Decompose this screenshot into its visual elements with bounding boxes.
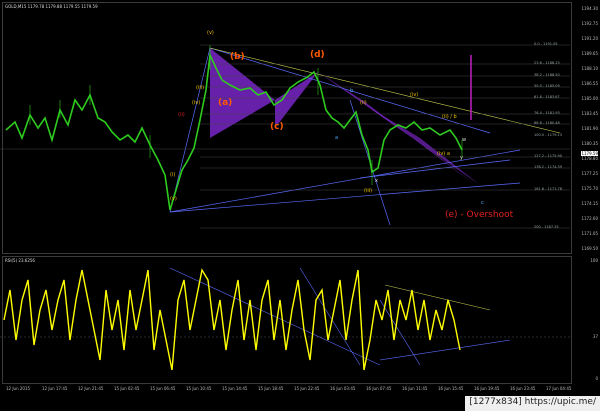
sub-label-a-blue: a — [335, 135, 339, 141]
watermark: [1277x834] https://upic.me/ — [465, 396, 600, 411]
sub-label-i-left: (i) — [170, 172, 176, 178]
fib-level-label: 127.2 - 1175.90 — [534, 154, 562, 158]
fib-lines — [0, 44, 570, 229]
fib-level-label: 0.0 - 1191.05 — [534, 42, 558, 46]
wave-e-overshoot-label: (e) - Overshoot — [445, 210, 514, 220]
fib-level-label: 88.6 - 1180.48 — [534, 121, 560, 125]
fib-level-label: 38.2 - 1186.50 — [534, 73, 560, 77]
sub-label-c-blue: c — [481, 200, 484, 206]
sub-label-x: x — [375, 178, 378, 184]
sub-label-b-blue: b — [350, 88, 354, 94]
fib-level-label: 61.8 - 1183.67 — [534, 95, 560, 99]
wave-d-label: (d) — [310, 50, 325, 60]
fib-level-label: 76.4 - 1181.93 — [534, 111, 560, 115]
wave-b-label: (b) — [230, 52, 245, 62]
sub-label-iv-a: (iv) a — [437, 151, 450, 157]
fib-level-label: 100.0 - 1179.13 — [534, 133, 562, 137]
fib-level-label: 161.8 - 1171.78 — [534, 187, 562, 191]
wave-a-label: (a) — [218, 98, 233, 108]
sub-label-ii-b: (ii) / b — [442, 114, 457, 120]
chart-drawing — [0, 44, 570, 371]
sub-label-v-top: (v) — [207, 30, 214, 36]
sub-label-ii-left: (ii) — [178, 112, 185, 118]
rsi-series — [3, 268, 461, 371]
chart-window: GOLD,M15 1179.78 1179.88 1179.55 1179.59… — [0, 0, 600, 411]
rsi-upper-line — [384, 284, 491, 311]
fib-level-label: 138.2 - 1174.59 — [534, 165, 562, 169]
sub-label-v-bottom: (v) — [170, 196, 177, 202]
sub-label-y: y — [460, 155, 463, 161]
sub-label-iv-right: (iv) — [410, 92, 419, 98]
fib-level-label: 23.6 - 1188.25 — [534, 61, 560, 65]
sub-label-iv-left: (iv) — [192, 100, 201, 106]
sub-label-ii-right: (ii) — [360, 100, 367, 106]
fib-level-label: 200 - 1167.25 — [534, 225, 559, 229]
sub-label-iii-right: (iii) — [364, 188, 373, 194]
fib-level-label: 50.0 - 1185.09 — [534, 84, 560, 88]
sub-label-iii-left: (iii) — [196, 85, 205, 91]
wave-c-label: (c) — [270, 122, 284, 132]
sub-label-w: w — [462, 137, 467, 143]
